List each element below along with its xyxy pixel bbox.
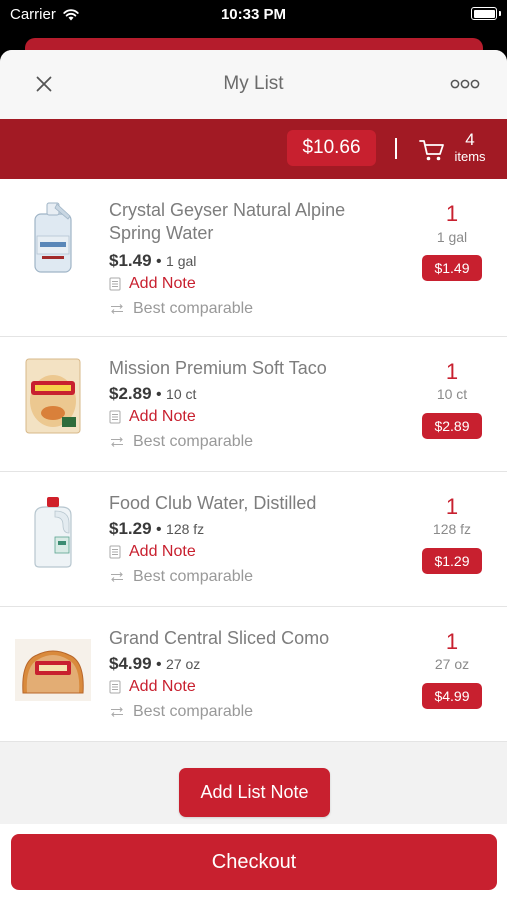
item-price: $1.49 bbox=[109, 251, 152, 270]
item-line-total: $4.99 bbox=[422, 683, 482, 709]
add-note-label: Add Note bbox=[129, 543, 196, 560]
item-name[interactable]: Grand Central Sliced Como bbox=[109, 627, 379, 650]
item-quantity-unit: 128 fz bbox=[432, 521, 472, 537]
best-comparable-link[interactable]: Best comparable bbox=[109, 300, 253, 318]
more-options-button[interactable] bbox=[449, 72, 481, 96]
list-item[interactable]: Grand Central Sliced Como $4.99 • 27 oz … bbox=[0, 607, 507, 742]
item-quantity[interactable]: 1 bbox=[412, 494, 492, 520]
add-note-label: Add Note bbox=[129, 678, 196, 695]
note-icon bbox=[109, 545, 121, 559]
page-title: My List bbox=[223, 73, 284, 94]
bread-loaf-icon bbox=[14, 631, 92, 709]
item-price: $1.29 bbox=[109, 519, 152, 538]
item-line-total: $2.89 bbox=[422, 413, 482, 439]
item-quantity-unit: 27 oz bbox=[434, 656, 470, 672]
item-quantity-unit: 10 ct bbox=[436, 386, 468, 402]
list-summary-bar: $10.66 4 items bbox=[0, 119, 507, 179]
list-item[interactable]: Crystal Geyser Natural Alpine Spring Wat… bbox=[0, 179, 507, 337]
add-note-label: Add Note bbox=[129, 275, 196, 292]
add-note-button[interactable]: Add Note bbox=[109, 543, 196, 561]
note-icon bbox=[109, 277, 121, 291]
item-name[interactable]: Crystal Geyser Natural Alpine Spring Wat… bbox=[109, 199, 379, 245]
cart-items-label: items bbox=[454, 149, 486, 164]
best-comparable-label: Best comparable bbox=[133, 433, 254, 450]
cart-item-count: 4 bbox=[465, 130, 475, 149]
add-note-button[interactable]: Add Note bbox=[109, 408, 196, 426]
tortilla-pack-icon bbox=[14, 357, 92, 435]
add-note-label: Add Note bbox=[129, 408, 196, 425]
checkout-footer: Checkout bbox=[0, 824, 507, 900]
battery-icon bbox=[471, 7, 497, 20]
item-line-total: $1.29 bbox=[422, 548, 482, 574]
best-comparable-label: Best comparable bbox=[133, 703, 254, 720]
list-sheet: My List $10.66 4 items Crystal Geyser Na… bbox=[0, 50, 507, 900]
sheet-header: My List bbox=[0, 50, 507, 119]
checkout-button[interactable]: Checkout bbox=[11, 834, 497, 890]
best-comparable-label: Best comparable bbox=[133, 300, 254, 317]
swap-icon bbox=[111, 572, 123, 582]
clock: 10:33 PM bbox=[220, 6, 287, 23]
water-jug-icon bbox=[14, 199, 92, 277]
item-quantity[interactable]: 1 bbox=[412, 201, 492, 227]
item-size: 128 fz bbox=[166, 521, 205, 537]
best-comparable-label: Best comparable bbox=[133, 568, 254, 585]
item-size: 10 ct bbox=[166, 386, 197, 402]
swap-icon bbox=[111, 304, 123, 314]
item-quantity-unit: 1 gal bbox=[436, 229, 468, 245]
note-icon bbox=[109, 410, 121, 424]
best-comparable-link[interactable]: Best comparable bbox=[109, 568, 253, 586]
best-comparable-link[interactable]: Best comparable bbox=[109, 703, 253, 721]
item-quantity[interactable]: 1 bbox=[412, 629, 492, 655]
list-item[interactable]: Mission Premium Soft Taco $2.89 • 10 ct … bbox=[0, 337, 507, 472]
item-price: $4.99 bbox=[109, 654, 152, 673]
add-note-button[interactable]: Add Note bbox=[109, 678, 196, 696]
more-icon bbox=[450, 79, 480, 89]
status-bar: Carrier 10:33 PM bbox=[0, 0, 507, 30]
swap-icon bbox=[111, 437, 123, 447]
item-price: $2.89 bbox=[109, 384, 152, 403]
swap-icon bbox=[111, 707, 123, 717]
list-total-badge: $10.66 bbox=[287, 130, 376, 166]
best-comparable-link[interactable]: Best comparable bbox=[109, 433, 253, 451]
item-size: 1 gal bbox=[166, 253, 197, 269]
item-size: 27 oz bbox=[166, 656, 201, 672]
item-name[interactable]: Mission Premium Soft Taco bbox=[109, 357, 379, 380]
item-list: Crystal Geyser Natural Alpine Spring Wat… bbox=[0, 179, 507, 742]
add-list-note-button[interactable]: Add List Note bbox=[179, 768, 330, 817]
gallon-jug-icon bbox=[14, 492, 92, 570]
item-name[interactable]: Food Club Water, Distilled bbox=[109, 492, 379, 515]
add-note-button[interactable]: Add Note bbox=[109, 275, 196, 293]
item-line-total: $1.49 bbox=[422, 255, 482, 281]
list-item[interactable]: Food Club Water, Distilled $1.29 • 128 f… bbox=[0, 472, 507, 607]
divider bbox=[395, 138, 397, 159]
note-icon bbox=[109, 680, 121, 694]
cart-icon bbox=[419, 140, 444, 161]
item-quantity[interactable]: 1 bbox=[412, 359, 492, 385]
